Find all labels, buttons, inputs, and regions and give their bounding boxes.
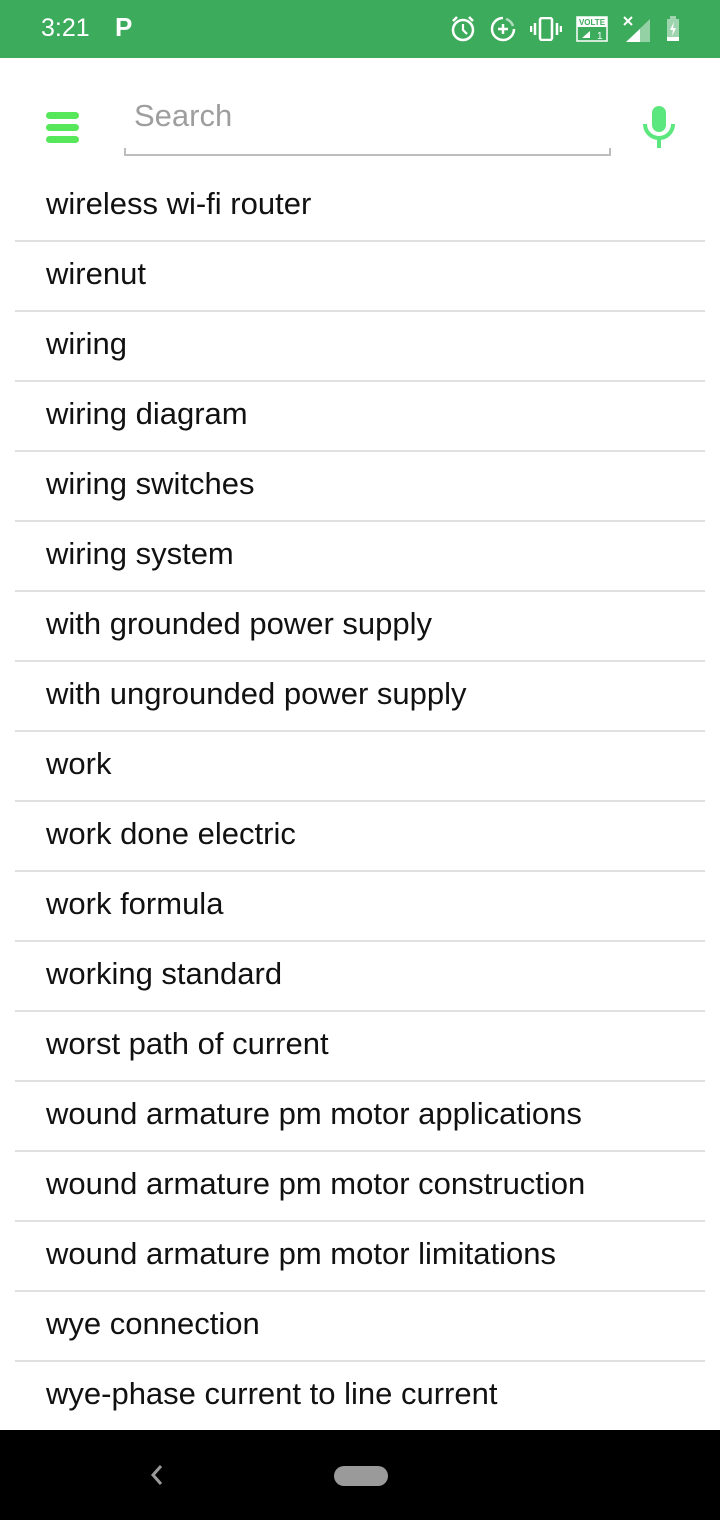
list-item[interactable]: wound armature pm motor applications [0,1082,720,1152]
list-item-label: wye connection [46,1306,260,1341]
list-item-label: wiring [46,326,127,361]
list-item-label: wound armature pm motor applications [46,1096,582,1131]
svg-text:VOLTE: VOLTE [579,18,606,27]
list-item[interactable]: work formula [0,872,720,942]
list-item[interactable]: wiring system [0,522,720,592]
alarm-icon [450,15,476,43]
status-bar: 3:21 P VOLTE 1 [0,0,720,58]
list-item-label: wound armature pm motor construction [46,1166,586,1201]
list-item-label: work [46,746,112,781]
home-button[interactable] [334,1466,388,1486]
list-item[interactable]: with grounded power supply [0,592,720,662]
list-item[interactable]: wiring switches [0,452,720,522]
parking-app-notification-icon: P [115,12,133,42]
list-item[interactable]: wirenut [0,242,720,312]
list-item-label: with grounded power supply [46,606,433,641]
microphone-icon [643,106,675,148]
list-item[interactable]: worst path of current [0,1012,720,1082]
back-button[interactable] [145,1460,169,1490]
vibrate-icon [530,17,562,41]
list-item-label: working standard [46,956,283,991]
status-icons: VOLTE 1 [450,12,680,46]
list-item[interactable]: wound armature pm motor limitations [0,1222,720,1292]
list-item[interactable]: wound armature pm motor construction [0,1152,720,1222]
search-header [0,58,720,172]
list-item-label: work formula [46,886,224,921]
volte-icon: VOLTE 1 [576,16,608,42]
list-item-label: wirenut [46,256,146,291]
term-list: wireless wi-fi router wirenut wiring wiring… [0,172,720,1432]
list-item[interactable]: with ungrounded power supply [0,662,720,732]
list-item[interactable]: working standard [0,942,720,1012]
search-underline [124,148,611,156]
list-item[interactable]: wiring diagram [0,382,720,452]
svg-text:1: 1 [597,31,603,42]
navigation-bar [0,1430,720,1520]
status-time: 3:21 [41,14,90,42]
search-field[interactable] [124,88,611,156]
list-item-label: worst path of current [46,1026,329,1061]
list-item-label: wound armature pm motor limitations [46,1236,556,1271]
menu-button[interactable] [40,104,80,144]
list-item[interactable]: work done electric [0,802,720,872]
list-item-label: work done electric [46,816,296,851]
list-item-label: with ungrounded power supply [46,676,467,711]
back-chevron-icon [150,1465,163,1485]
list-item[interactable]: wireless wi-fi router [0,172,720,242]
battery-charging-icon [666,16,680,42]
list-item-label: wiring system [46,536,234,571]
list-item[interactable]: wiring [0,312,720,382]
list-item-label: wiring diagram [46,396,248,431]
voice-search-button[interactable] [640,104,678,150]
data-saver-icon [490,16,516,42]
list-item[interactable]: wye-phase current to line current [0,1362,720,1432]
list-item-label: wye-phase current to line current [46,1376,498,1411]
signal-icon [622,15,652,43]
search-input[interactable] [134,92,594,140]
list-item[interactable]: wye connection [0,1292,720,1362]
list-item[interactable]: work [0,732,720,802]
list-item-label: wiring switches [46,466,255,501]
list-item-label: wireless wi-fi router [46,186,312,221]
